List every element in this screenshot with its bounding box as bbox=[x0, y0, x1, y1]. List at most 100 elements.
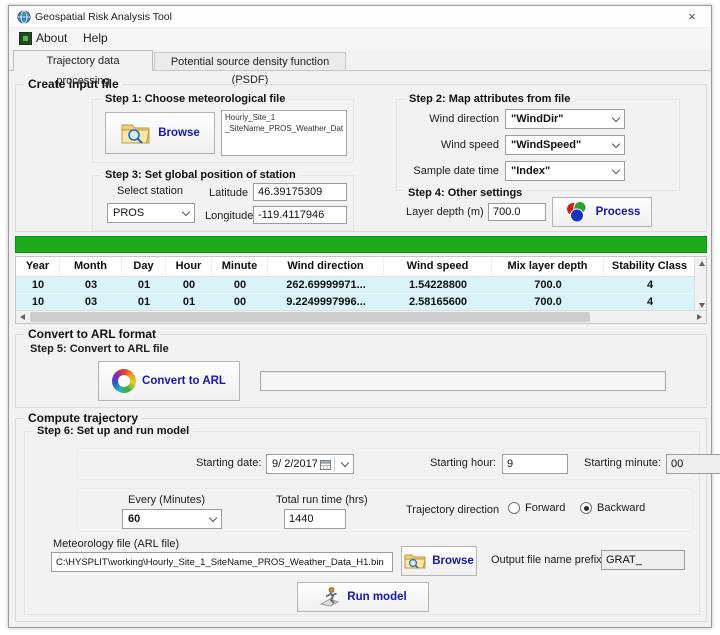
wind-direction-combobox[interactable]: "WindDir" bbox=[505, 109, 625, 129]
table-cell: 700.0 bbox=[492, 294, 604, 310]
station-value: PROS bbox=[113, 207, 179, 219]
app-icon bbox=[17, 10, 31, 24]
wind-speed-label: Wind speed bbox=[403, 139, 499, 151]
window-title: Geospatial Risk Analysis Tool bbox=[35, 11, 172, 23]
starting-minute-label: Starting minute: bbox=[584, 457, 661, 469]
backward-radio-circle bbox=[580, 502, 592, 514]
table-header-hour[interactable]: Hour bbox=[166, 257, 212, 276]
menu-about[interactable]: About bbox=[19, 31, 67, 45]
horizontal-scrollbar[interactable] bbox=[16, 310, 706, 323]
convert-arl-label: Convert to ARL bbox=[142, 375, 226, 387]
table-cell: 262.69999971... bbox=[268, 277, 384, 293]
select-station-label: Select station bbox=[117, 185, 183, 197]
output-prefix-label: Output file name prefix bbox=[491, 554, 602, 566]
table-header-minute[interactable]: Minute bbox=[212, 257, 268, 276]
step5-title: Step 5: Convert to ARL file bbox=[30, 343, 169, 355]
step4-title: Step 4: Other settings bbox=[404, 187, 526, 199]
rgb-circles-icon bbox=[564, 200, 590, 224]
met-file-display[interactable]: Hourly_Site_1 _SiteName_PROS_Weather_Dat… bbox=[221, 110, 347, 156]
about-icon bbox=[19, 32, 32, 45]
forward-radio-circle bbox=[508, 502, 520, 514]
runner-icon bbox=[319, 586, 341, 608]
layer-depth-field[interactable] bbox=[488, 203, 546, 221]
arrow-up-icon bbox=[699, 261, 705, 266]
horizontal-scroll-thumb[interactable] bbox=[30, 312, 590, 322]
every-minutes-combobox[interactable]: 60 bbox=[122, 509, 222, 529]
forward-radio[interactable]: Forward bbox=[508, 502, 565, 514]
menu-about-label: About bbox=[36, 31, 67, 45]
close-button[interactable]: × bbox=[681, 8, 703, 26]
tab-strip: Trajectory data processing Potential sou… bbox=[9, 50, 711, 71]
table-header-year[interactable]: Year bbox=[16, 257, 60, 276]
tab-trajectory-data-processing[interactable]: Trajectory data processing bbox=[13, 50, 153, 71]
process-button[interactable]: Process bbox=[552, 197, 652, 227]
step6-box: Step 6: Set up and run model Starting da… bbox=[24, 431, 700, 615]
table-header-day[interactable]: Day bbox=[122, 257, 166, 276]
vertical-scrollbar[interactable] bbox=[694, 257, 706, 311]
sample-date-time-combobox[interactable]: "Index" bbox=[505, 161, 625, 181]
chevron-down-icon bbox=[341, 458, 349, 466]
browse-arl-label: Browse bbox=[432, 555, 474, 567]
starting-hour-field[interactable] bbox=[502, 454, 568, 474]
chevron-down-icon bbox=[612, 113, 620, 121]
total-run-time-field[interactable] bbox=[284, 509, 346, 529]
table-body: 1003010000262.69999971...1.54228800700.0… bbox=[16, 277, 696, 311]
station-combobox[interactable]: PROS bbox=[107, 203, 195, 223]
met-arl-file-field[interactable] bbox=[51, 552, 393, 572]
table-header-month[interactable]: Month bbox=[60, 257, 122, 276]
wind-direction-label: Wind direction bbox=[403, 113, 499, 125]
longitude-field[interactable] bbox=[253, 206, 347, 224]
step3-box: Step 3: Set global position of station S… bbox=[92, 175, 354, 231]
progress-bar-fill bbox=[16, 237, 706, 252]
scroll-left-button[interactable] bbox=[16, 311, 29, 323]
table-row[interactable]: 1003010000262.69999971...1.54228800700.0… bbox=[16, 277, 696, 294]
menu-help[interactable]: Help bbox=[83, 31, 108, 45]
table-header-row: YearMonthDayHourMinuteWind directionWind… bbox=[16, 257, 696, 277]
menu-bar: About Help bbox=[9, 28, 711, 50]
forward-label: Forward bbox=[525, 502, 565, 514]
table-cell: 4 bbox=[604, 294, 696, 310]
table-header-wind-direction[interactable]: Wind direction bbox=[268, 257, 384, 276]
table-cell: 9.2249997996... bbox=[268, 294, 384, 310]
table-cell: 01 bbox=[166, 294, 212, 310]
output-prefix-field[interactable] bbox=[601, 550, 685, 570]
wind-direction-value: "WindDir" bbox=[511, 113, 609, 125]
latitude-field[interactable] bbox=[253, 183, 347, 201]
convert-arl-group: Convert to ARL format Step 5: Convert to… bbox=[15, 334, 707, 408]
wind-speed-combobox[interactable]: "WindSpeed" bbox=[505, 135, 625, 155]
table-cell: 01 bbox=[122, 277, 166, 293]
table-header-stability-class[interactable]: Stability Class bbox=[604, 257, 696, 276]
compute-trajectory-group: Compute trajectory Step 6: Set up and ru… bbox=[15, 418, 707, 622]
browse-met-button[interactable]: Browse bbox=[105, 112, 215, 154]
arrow-left-icon bbox=[20, 314, 25, 320]
table-cell: 03 bbox=[60, 294, 122, 310]
total-run-time-label: Total run time (hrs) bbox=[276, 494, 368, 506]
scroll-right-button[interactable] bbox=[693, 311, 706, 323]
arrow-right-icon bbox=[697, 314, 702, 320]
backward-radio[interactable]: Backward bbox=[580, 502, 645, 514]
browse-arl-button[interactable]: Browse bbox=[401, 546, 477, 576]
folder-search-icon bbox=[120, 120, 152, 146]
table-header-mix-layer-depth[interactable]: Mix layer depth bbox=[492, 257, 604, 276]
table-row[interactable]: 10030101009.2249997996...2.58165600700.0… bbox=[16, 294, 696, 311]
table-header-wind-speed[interactable]: Wind speed bbox=[384, 257, 492, 276]
table-cell: 01 bbox=[122, 294, 166, 310]
starting-date-label: Starting date: bbox=[196, 457, 261, 469]
app-window: Geospatial Risk Analysis Tool × About He… bbox=[8, 5, 712, 628]
create-input-group: Create input file Step 1: Choose meteoro… bbox=[15, 84, 707, 232]
step2-title: Step 2: Map attributes from file bbox=[405, 93, 574, 105]
scroll-up-button[interactable] bbox=[695, 257, 708, 269]
sample-date-time-label: Sample date time bbox=[403, 165, 499, 177]
run-model-button[interactable]: Run model bbox=[297, 582, 429, 612]
arrow-down-icon bbox=[699, 303, 705, 308]
arl-progress-bar bbox=[260, 371, 666, 391]
starting-date-picker[interactable]: 9/ 2/2017 bbox=[266, 454, 354, 474]
tab-psdf[interactable]: Potential source density function (PSDF) bbox=[154, 52, 346, 71]
starting-minute-field[interactable] bbox=[666, 454, 720, 474]
sample-date-time-value: "Index" bbox=[511, 165, 609, 177]
datepicker-separator bbox=[334, 457, 335, 471]
wind-speed-value: "WindSpeed" bbox=[511, 139, 609, 151]
table-cell: 10 bbox=[16, 277, 60, 293]
step4-box: Step 4: Other settings Layer depth (m) P… bbox=[396, 197, 680, 231]
convert-arl-button[interactable]: Convert to ARL bbox=[98, 361, 240, 401]
